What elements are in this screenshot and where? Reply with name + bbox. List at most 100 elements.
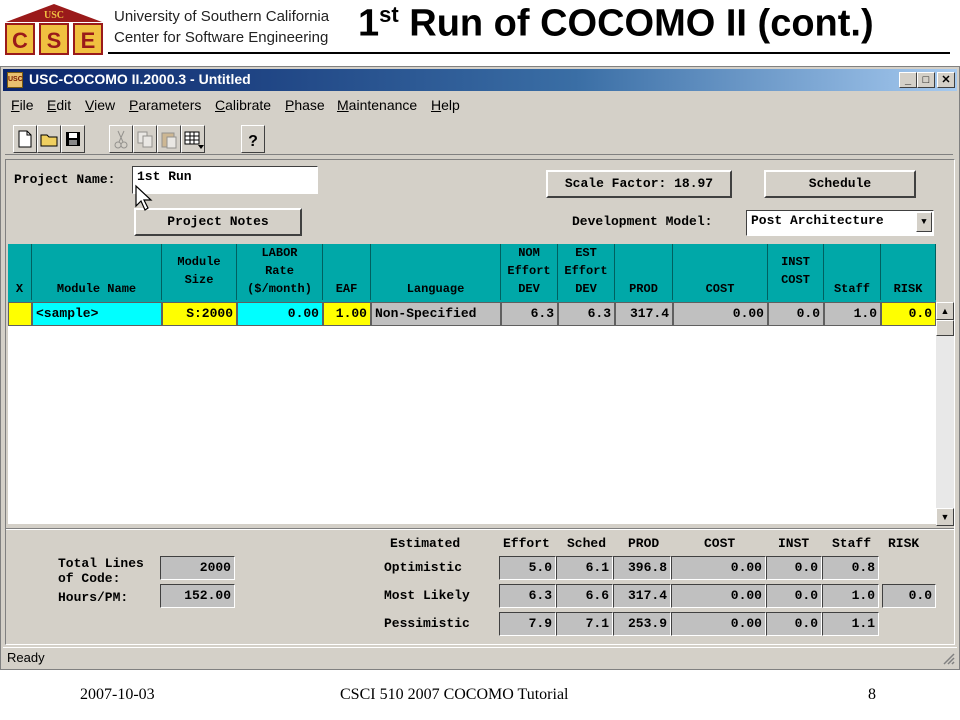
open-folder-icon[interactable] — [37, 125, 61, 153]
footer-course: CSCI 510 2007 COCOMO Tutorial — [340, 686, 569, 703]
summary-staff: 0.8 — [822, 556, 879, 580]
footer-page-number: 8 — [868, 686, 876, 703]
cell-prod: 317.4 — [615, 302, 673, 326]
col-module-name[interactable]: Module Name — [32, 244, 162, 300]
grid-vertical-scrollbar[interactable]: ▲ ▼ — [936, 302, 954, 526]
summary-effort: 7.9 — [499, 612, 556, 636]
svg-text:E: E — [81, 28, 96, 53]
col-inst-cost[interactable]: INST COST — [768, 244, 824, 300]
scale-factor-button[interactable]: Scale Factor: 18.97 — [546, 170, 732, 198]
col-language[interactable]: Language — [371, 244, 501, 300]
title-superscript: st — [379, 2, 399, 27]
schedule-button[interactable]: Schedule — [764, 170, 916, 198]
col-module-size[interactable]: Module Size — [162, 244, 237, 300]
col-prod[interactable]: PROD — [615, 244, 673, 300]
copy-icon[interactable] — [133, 125, 157, 153]
cell-x[interactable] — [8, 302, 32, 326]
summary-prod: 396.8 — [613, 556, 671, 580]
new-document-icon[interactable] — [13, 125, 37, 153]
app-icon[interactable]: USC — [7, 72, 23, 88]
summary-header-prod: PROD — [628, 536, 660, 551]
scroll-up-icon[interactable]: ▲ — [936, 302, 954, 320]
summary-cost: 0.00 — [671, 556, 766, 580]
total-lines-label: Total Lines of Code: — [58, 556, 144, 586]
col-risk[interactable]: RISK — [881, 244, 936, 300]
col-x[interactable]: X — [8, 244, 32, 300]
cell-module-name[interactable]: <sample> — [32, 302, 162, 326]
cocomo-window: USC USC-COCOMO II.2000.3 - Untitled _ □ … — [0, 66, 960, 670]
cell-labor-rate[interactable]: 0.00 — [237, 302, 323, 326]
summary-row-label: Most Likely — [384, 588, 470, 603]
col-labor-rate[interactable]: LABOR Rate ($/month) — [237, 244, 323, 300]
summary-header-sched: Sched — [567, 536, 607, 551]
menu-edit[interactable]: Edit — [47, 97, 71, 113]
window-titlebar[interactable]: USC USC-COCOMO II.2000.3 - Untitled _ □ … — [3, 69, 957, 91]
summary-inst: 0.0 — [766, 612, 822, 636]
title-text: Run of COCOMO II (cont.) — [398, 2, 874, 45]
summary-sched: 6.6 — [556, 584, 613, 608]
summary-prod: 253.9 — [613, 612, 671, 636]
col-cost[interactable]: COST — [673, 244, 768, 300]
menu-help[interactable]: Help — [431, 97, 460, 113]
toolbar: ? — [5, 121, 953, 155]
menu-calibrate[interactable]: Calibrate — [215, 97, 271, 113]
svg-text:S: S — [47, 28, 62, 53]
status-bar: Ready — [3, 647, 957, 667]
summary-header-inst: INST — [778, 536, 810, 551]
module-grid-body[interactable] — [8, 326, 936, 524]
status-text: Ready — [7, 650, 45, 665]
cell-language[interactable]: Non-Specified — [371, 302, 501, 326]
paste-icon[interactable] — [157, 125, 181, 153]
cell-inst-cost: 0.0 — [768, 302, 824, 326]
title-number: 1 — [358, 2, 380, 45]
close-button[interactable]: ✕ — [937, 72, 955, 88]
usc-cse-logo: USC C S E — [2, 2, 106, 58]
logo-usc-text: USC — [44, 10, 64, 21]
summary-staff: 1.1 — [822, 612, 879, 636]
summary-effort: 5.0 — [499, 556, 556, 580]
summary-inst: 0.0 — [766, 556, 822, 580]
summary-header-effort: Effort — [503, 536, 550, 551]
summary-header-risk: RISK — [888, 536, 920, 551]
menu-view[interactable]: View — [85, 97, 115, 113]
footer-date: 2007-10-03 — [80, 686, 155, 703]
resize-grip-icon[interactable] — [941, 651, 955, 665]
scrollbar-thumb[interactable] — [936, 320, 954, 336]
module-grid-header: X Module Name Module Size LABOR Rate ($/mon… — [8, 244, 936, 302]
summary-row-label: Optimistic — [384, 560, 463, 575]
help-icon[interactable]: ? — [241, 125, 265, 153]
mouse-cursor-icon — [135, 184, 153, 211]
chevron-down-icon[interactable]: ▼ — [916, 212, 932, 232]
development-model-select[interactable]: Post Architecture ▼ — [746, 210, 934, 236]
cell-module-size[interactable]: S:2000 — [162, 302, 237, 326]
col-nom-effort[interactable]: NOM Effort DEV — [501, 244, 558, 300]
save-disk-icon[interactable] — [61, 125, 85, 153]
scroll-down-icon[interactable]: ▼ — [936, 508, 954, 526]
menu-phase[interactable]: Phase — [285, 97, 325, 113]
menu-file[interactable]: File — [11, 97, 34, 113]
maximize-button[interactable]: □ — [917, 72, 935, 88]
hours-per-pm-value[interactable]: 152.00 — [160, 584, 235, 608]
menu-maintenance[interactable]: Maintenance — [337, 97, 417, 113]
summary-inst: 0.0 — [766, 584, 822, 608]
summary-row-label: Pessimistic — [384, 616, 470, 631]
cell-staff: 1.0 — [824, 302, 881, 326]
col-est-effort[interactable]: EST Effort DEV — [558, 244, 615, 300]
total-lines-value[interactable]: 2000 — [160, 556, 235, 580]
col-staff[interactable]: Staff — [824, 244, 881, 300]
svg-text:C: C — [12, 28, 28, 53]
cell-eaf[interactable]: 1.00 — [323, 302, 371, 326]
menu-parameters[interactable]: Parameters — [129, 97, 201, 113]
col-eaf[interactable]: EAF — [323, 244, 371, 300]
slide-title: 1st Run of COCOMO II (cont.) — [358, 2, 874, 46]
summary-header-cost: COST — [704, 536, 736, 551]
minimize-button[interactable]: _ — [899, 72, 917, 88]
project-notes-button[interactable]: Project Notes — [134, 208, 302, 236]
summary-cost: 0.00 — [671, 584, 766, 608]
cell-risk[interactable]: 0.0 — [881, 302, 936, 326]
svg-text:?: ? — [248, 133, 258, 150]
project-name-input[interactable]: 1st Run — [132, 166, 318, 194]
summary-sched: 6.1 — [556, 556, 613, 580]
cut-scissors-icon[interactable] — [109, 125, 133, 153]
add-module-icon[interactable] — [181, 125, 205, 153]
